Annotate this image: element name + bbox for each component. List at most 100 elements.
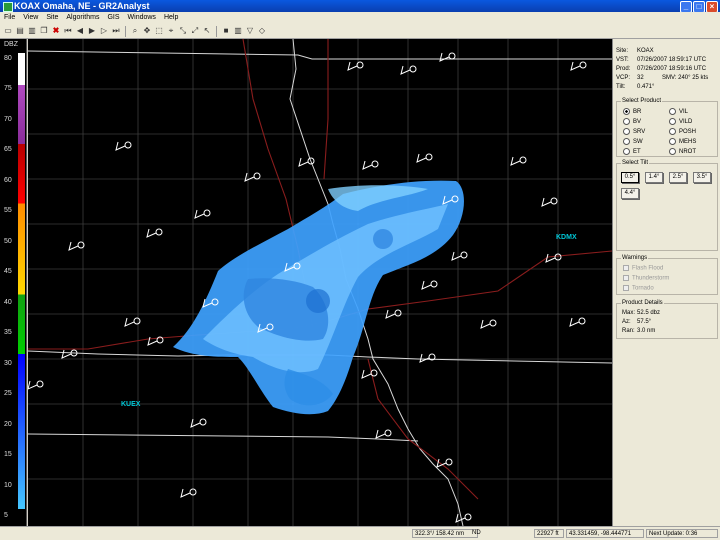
product-radio-mehs[interactable]: MEHS <box>669 138 696 145</box>
station-circle <box>448 52 456 60</box>
pan-icon[interactable]: ✥ <box>142 26 152 36</box>
black-square-icon[interactable]: ■ <box>221 26 231 36</box>
skip-start-icon[interactable]: ⏮ <box>63 26 73 36</box>
product-radio-posh[interactable]: POSH <box>669 128 696 135</box>
wind-barb <box>362 160 373 170</box>
station-circle <box>519 156 527 164</box>
menu-help[interactable]: Help <box>164 12 178 24</box>
product-radio-bv[interactable]: BV <box>623 118 641 125</box>
legend-tick: 45 <box>4 268 12 275</box>
copy-icon[interactable]: ❐ <box>39 26 49 36</box>
radar-map[interactable]: KDMX KUEX <box>28 39 612 526</box>
window-title: KOAX Omaha, NE - GR2Analyst <box>14 1 150 11</box>
vst-row: VST: 07/26/2007 18:59:17 UTC <box>616 57 706 63</box>
menu-view[interactable]: View <box>23 12 38 24</box>
station-circle <box>409 65 417 73</box>
menu-site[interactable]: Site <box>46 12 58 24</box>
status-nd: ND <box>472 530 481 536</box>
menu-algorithms[interactable]: Algorithms <box>66 12 99 24</box>
product-label: BV <box>633 119 642 126</box>
station-circle <box>155 228 163 236</box>
menu-file[interactable]: File <box>4 12 15 24</box>
tilt-label: Tilt: <box>616 84 626 90</box>
detail-max-value: 52.5 dbz <box>637 310 661 316</box>
funnel-icon[interactable]: ▽ <box>245 26 255 36</box>
select-icon[interactable]: ⬚ <box>154 26 164 36</box>
unlink-icon[interactable]: ⤢ <box>190 26 200 36</box>
checkbox-icon <box>623 285 629 291</box>
legend-tick: 80 <box>4 55 12 62</box>
smv-value: SMV: 240° 25 kts <box>662 75 709 81</box>
product-radio-sw[interactable]: SW <box>623 138 643 145</box>
crosshair-icon[interactable]: ⌖ <box>166 26 176 36</box>
skip-end-icon[interactable]: ⏭ <box>111 26 121 36</box>
product-radio-nrot[interactable]: NROT <box>669 148 696 155</box>
wind-barb <box>569 317 580 327</box>
station-circle <box>578 317 586 325</box>
tilt-button-4-4[interactable]: 4.4° <box>621 188 639 199</box>
warning-label: Tornado <box>632 285 654 292</box>
wind-barb <box>146 228 157 238</box>
save-icon[interactable]: ▤ <box>15 26 25 36</box>
toolbar: ▭ ▤ ▥ ❐ ✖ ⏮ ◀ ▶ ▷ ⏭ ⌕ ✥ ⬚ ⌖ ⤡ ⤢ ↖ ■ ▥ ▽ … <box>0 24 720 39</box>
radar-map-canvas[interactable]: KDMX KUEX <box>28 39 612 526</box>
tilt-button-2-5[interactable]: 2.5° <box>669 172 687 183</box>
radar-label-east: KDMX <box>556 234 577 241</box>
status-coords: 43.331459, -98.444771 <box>566 529 644 538</box>
prod-value: 07/26/2007 18:59:16 UTC <box>637 66 707 72</box>
wind-barb <box>570 61 581 71</box>
flash-flood-checkbox[interactable]: Flash Flood <box>623 265 663 272</box>
step-back-icon[interactable]: ◀ <box>75 26 85 36</box>
station-circle <box>550 197 558 205</box>
station-circle <box>464 513 472 521</box>
wind-barb <box>400 65 411 75</box>
side-panel: Site: KOAX VST: 07/26/2007 18:59:17 UTC … <box>612 39 720 526</box>
bars-icon[interactable]: ▥ <box>233 26 243 36</box>
warnings-group: Warnings Flash Flood Thunderstorm Tornad… <box>616 255 718 295</box>
step-forward-icon[interactable]: ▷ <box>99 26 109 36</box>
station-circle <box>253 172 261 180</box>
product-radio-br[interactable]: BR <box>623 108 641 115</box>
status-polar: 322.3°/ 158.42 nm <box>412 529 478 538</box>
open-icon[interactable]: ▭ <box>3 26 13 36</box>
product-label: POSH <box>679 129 697 136</box>
link-icon[interactable]: ⤡ <box>178 26 188 36</box>
station-circle <box>460 251 468 259</box>
detail-az-label: Az: <box>622 319 631 325</box>
tilt-button-0-5[interactable]: 0.5° <box>621 172 639 183</box>
dbz-legend: DBZ 80 75 70 65 60 55 50 45 40 35 30 25 … <box>0 39 27 526</box>
tornado-checkbox[interactable]: Tornado <box>623 285 654 292</box>
radio-icon <box>623 148 630 155</box>
vcp-value: 32 <box>637 75 644 81</box>
site-label: Site: <box>616 48 629 54</box>
checkbox-icon <box>623 275 629 281</box>
product-radio-vil[interactable]: VIL <box>669 108 688 115</box>
radio-icon <box>669 148 676 155</box>
zoom-icon[interactable]: ⌕ <box>130 26 140 36</box>
product-radio-et[interactable]: ET <box>623 148 641 155</box>
pointer-icon[interactable]: ↖ <box>202 26 212 36</box>
warning-label: Flash Flood <box>632 265 664 272</box>
legend-tick: 60 <box>4 177 12 184</box>
legend-tick: 75 <box>4 85 12 92</box>
thunderstorm-checkbox[interactable]: Thunderstorm <box>623 275 669 282</box>
delete-icon[interactable]: ✖ <box>51 26 61 36</box>
play-icon[interactable]: ▶ <box>87 26 97 36</box>
toolbar-separator <box>125 25 126 37</box>
station-circle <box>489 319 497 327</box>
print-icon[interactable]: ▥ <box>27 26 37 36</box>
tilt-button-3-5[interactable]: 3.5° <box>693 172 711 183</box>
diamond-icon[interactable]: ◇ <box>257 26 267 36</box>
tilt-button-1-4[interactable]: 1.4° <box>645 172 663 183</box>
product-radio-vild[interactable]: VILD <box>669 118 692 125</box>
wind-barb <box>375 429 386 439</box>
detail-max: Max: 52.5 dbz <box>622 310 660 316</box>
legend-tick: 15 <box>4 451 12 458</box>
menu-gis[interactable]: GIS <box>107 12 119 24</box>
warning-label: Thunderstorm <box>632 275 670 282</box>
title-bar: KOAX Omaha, NE - GR2Analyst _ □ × <box>0 0 720 13</box>
wind-barb <box>510 156 521 166</box>
product-label: VILD <box>679 119 693 126</box>
menu-windows[interactable]: Windows <box>128 12 156 24</box>
product-radio-srv[interactable]: SRV <box>623 128 645 135</box>
